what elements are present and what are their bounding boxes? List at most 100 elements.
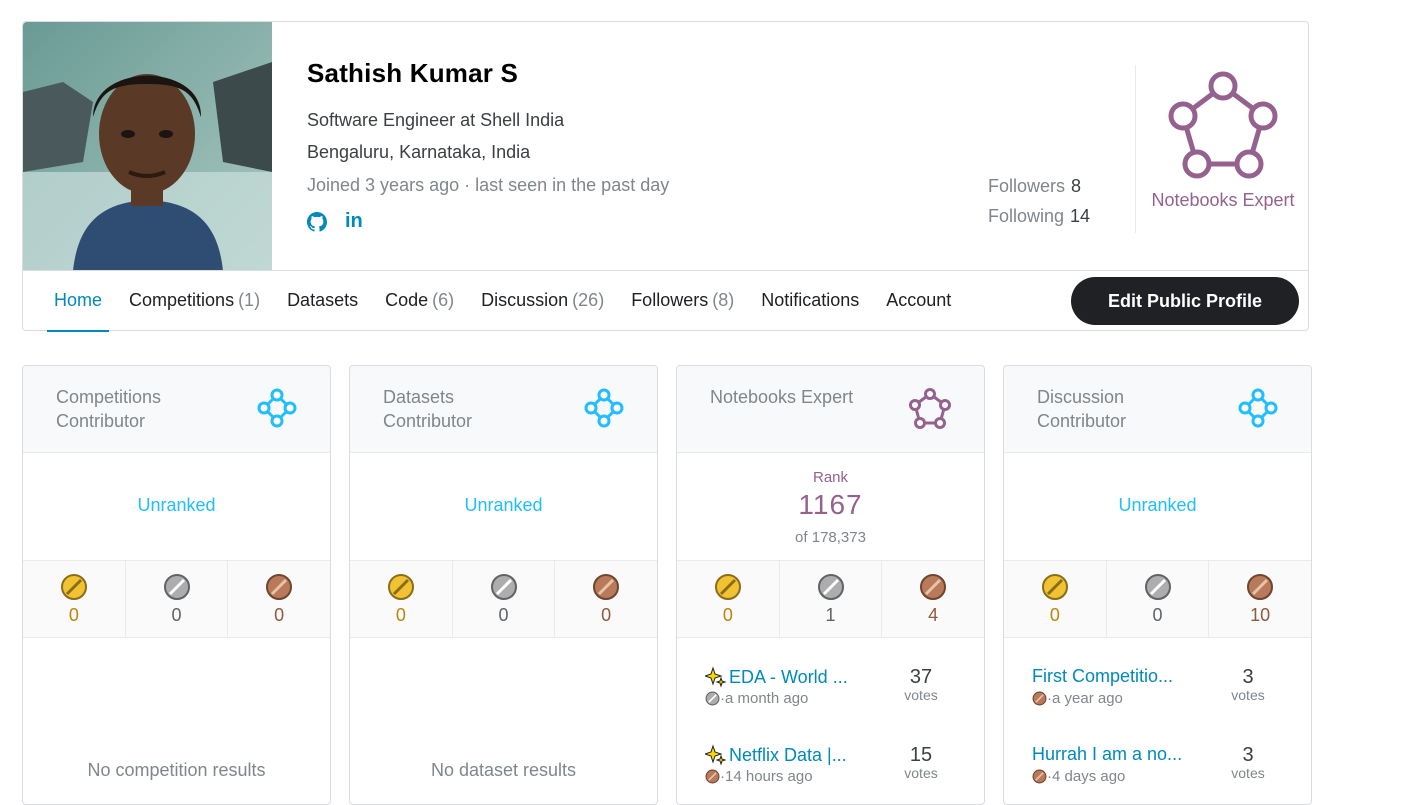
tier-label: Notebooks Expert <box>1151 190 1295 210</box>
votes-label: votes <box>1231 687 1265 703</box>
following-count: 14 <box>1070 206 1091 226</box>
edit-public-profile-button[interactable]: Edit Public Profile <box>1071 277 1299 325</box>
gold-medal-icon <box>1041 574 1068 600</box>
unranked-text: Unranked <box>137 495 216 515</box>
competitions-card[interactable]: Competitions Contributor Unranked 0 0 0 … <box>22 365 331 805</box>
item-time: ·a year ago <box>1047 690 1123 707</box>
notebooks-card[interactable]: Notebooks Expert Rank 1167 of 178,373 0 … <box>676 365 985 805</box>
gold-count: 0 <box>722 605 733 625</box>
item-title: First Competitio... <box>1032 666 1174 686</box>
bronze-count: 0 <box>601 605 612 625</box>
tab-account[interactable]: Account <box>879 271 958 332</box>
tab-label: Code <box>385 290 429 310</box>
datasets-card[interactable]: Datasets Contributor Unranked 0 0 0 No d… <box>349 365 658 805</box>
tab-label: Datasets <box>287 290 359 310</box>
tab-label: Competitions <box>129 290 235 310</box>
unranked-text: Unranked <box>464 495 543 515</box>
bronze-medal-icon <box>920 574 947 600</box>
linkedin-icon[interactable]: in <box>345 210 363 233</box>
tab-label: Account <box>886 290 952 310</box>
following-stat[interactable]: Following 14 <box>988 206 1090 227</box>
tab-count: (6) <box>432 290 455 310</box>
item-title-link[interactable]: First Competitio... <box>1032 666 1222 687</box>
discussion-card[interactable]: Discussion Contributor Unranked 0 0 10 F… <box>1003 365 1312 805</box>
item-time: ·4 days ago <box>1047 768 1126 785</box>
gold-medal-icon <box>387 574 414 600</box>
silver-medal: 0 <box>453 561 556 637</box>
profile-nav: Home Competitions (1) Datasets Code (6) Di… <box>23 270 1308 332</box>
list-item[interactable]: EDA - World ... ·a month ago 37 votes <box>705 638 984 716</box>
rank-area: Unranked <box>23 453 330 561</box>
profile-location: Bengaluru, Karnataka, India <box>307 142 531 162</box>
tab-label: Notifications <box>761 290 860 310</box>
sparkle-icon <box>705 744 727 766</box>
list-item[interactable]: Netflix Data |... ·14 hours ago 15 votes <box>705 716 984 794</box>
tab-followers[interactable]: Followers (8) <box>624 271 741 332</box>
empty-message: No dataset results <box>430 760 577 780</box>
gold-medal: 0 <box>350 561 453 637</box>
silver-medal-icon <box>817 574 844 600</box>
avatar[interactable] <box>23 22 272 271</box>
profile-joined: Joined 3 years ago · last seen in the pa… <box>307 175 670 195</box>
expert-tier-icon <box>909 388 951 429</box>
gold-count: 0 <box>68 605 79 625</box>
tab-home[interactable]: Home <box>47 271 110 332</box>
list-item[interactable]: Hurrah I am a no... ·4 days ago 3 votes <box>1032 716 1311 794</box>
tab-discussion[interactable]: Discussion (26) <box>474 271 611 332</box>
tab-notifications[interactable]: Notifications <box>754 271 866 332</box>
tab-count: (26) <box>572 290 605 310</box>
bronze-count: 10 <box>1250 605 1271 625</box>
followers-stat[interactable]: Followers 8 <box>988 176 1090 197</box>
vote-count: 3 votes <box>1223 744 1273 781</box>
item-title-link[interactable]: Hurrah I am a no... <box>1032 744 1222 765</box>
bronze-medal: 10 <box>1209 561 1311 637</box>
item-title-link[interactable]: Netflix Data |... <box>705 744 895 766</box>
vote-count: 3 votes <box>1223 666 1273 703</box>
bronze-count: 0 <box>274 605 285 625</box>
card-header: Notebooks Expert <box>677 366 984 453</box>
gold-medal: 0 <box>1004 561 1107 637</box>
bronze-medal: 4 <box>882 561 984 637</box>
github-icon[interactable] <box>307 211 327 232</box>
tab-datasets[interactable]: Datasets <box>280 271 365 332</box>
medal-row: 0 0 0 <box>23 561 330 638</box>
gold-medal-icon <box>60 574 87 600</box>
votes-number: 3 <box>1242 666 1254 688</box>
card-header: Discussion Contributor <box>1004 366 1311 453</box>
silver-count: 0 <box>171 605 182 625</box>
item-time: ·a month ago <box>720 690 809 707</box>
votes-number: 37 <box>909 666 933 688</box>
card-title: Competitions Contributor <box>56 387 162 431</box>
sparkle-icon <box>705 666 727 688</box>
follow-stats: Followers 8 Following 14 <box>988 176 1090 236</box>
silver-medal-icon <box>1144 574 1171 600</box>
bronze-medal-icon <box>1247 574 1274 600</box>
contributor-tier-icon <box>1238 388 1278 428</box>
bronze-medal: 0 <box>228 561 330 637</box>
tab-code[interactable]: Code (6) <box>378 271 461 332</box>
tab-label: Home <box>54 290 103 310</box>
silver-medal-icon <box>490 574 517 600</box>
rank-value: 1167 <box>798 489 863 520</box>
profile-card: Sathish Kumar S Software Engineer at She… <box>22 21 1309 332</box>
rank-area: Unranked <box>1004 453 1311 561</box>
bronze-medal-icon <box>266 574 293 600</box>
medal-row: 0 1 4 <box>677 561 984 638</box>
item-meta: ·a year ago <box>1032 690 1123 707</box>
profile-occupation: Software Engineer at Shell India <box>307 110 565 130</box>
rank-area: Unranked <box>350 453 657 561</box>
tab-competitions[interactable]: Competitions (1) <box>122 271 267 332</box>
notebook-list: EDA - World ... ·a month ago 37 votes Ne… <box>677 638 984 794</box>
silver-medal-icon <box>705 691 720 706</box>
silver-medal: 1 <box>780 561 883 637</box>
empty-message: No competition results <box>87 760 266 780</box>
silver-count: 0 <box>498 605 509 625</box>
following-label: Following <box>988 206 1065 226</box>
item-title-link[interactable]: EDA - World ... <box>705 666 895 688</box>
bronze-medal-icon <box>705 769 720 784</box>
followers-count: 8 <box>1071 176 1082 196</box>
vote-count: 15 votes <box>896 744 946 781</box>
list-item[interactable]: First Competitio... ·a year ago 3 votes <box>1032 638 1311 716</box>
silver-medal: 0 <box>1107 561 1210 637</box>
contributor-tier-icon <box>257 388 297 428</box>
